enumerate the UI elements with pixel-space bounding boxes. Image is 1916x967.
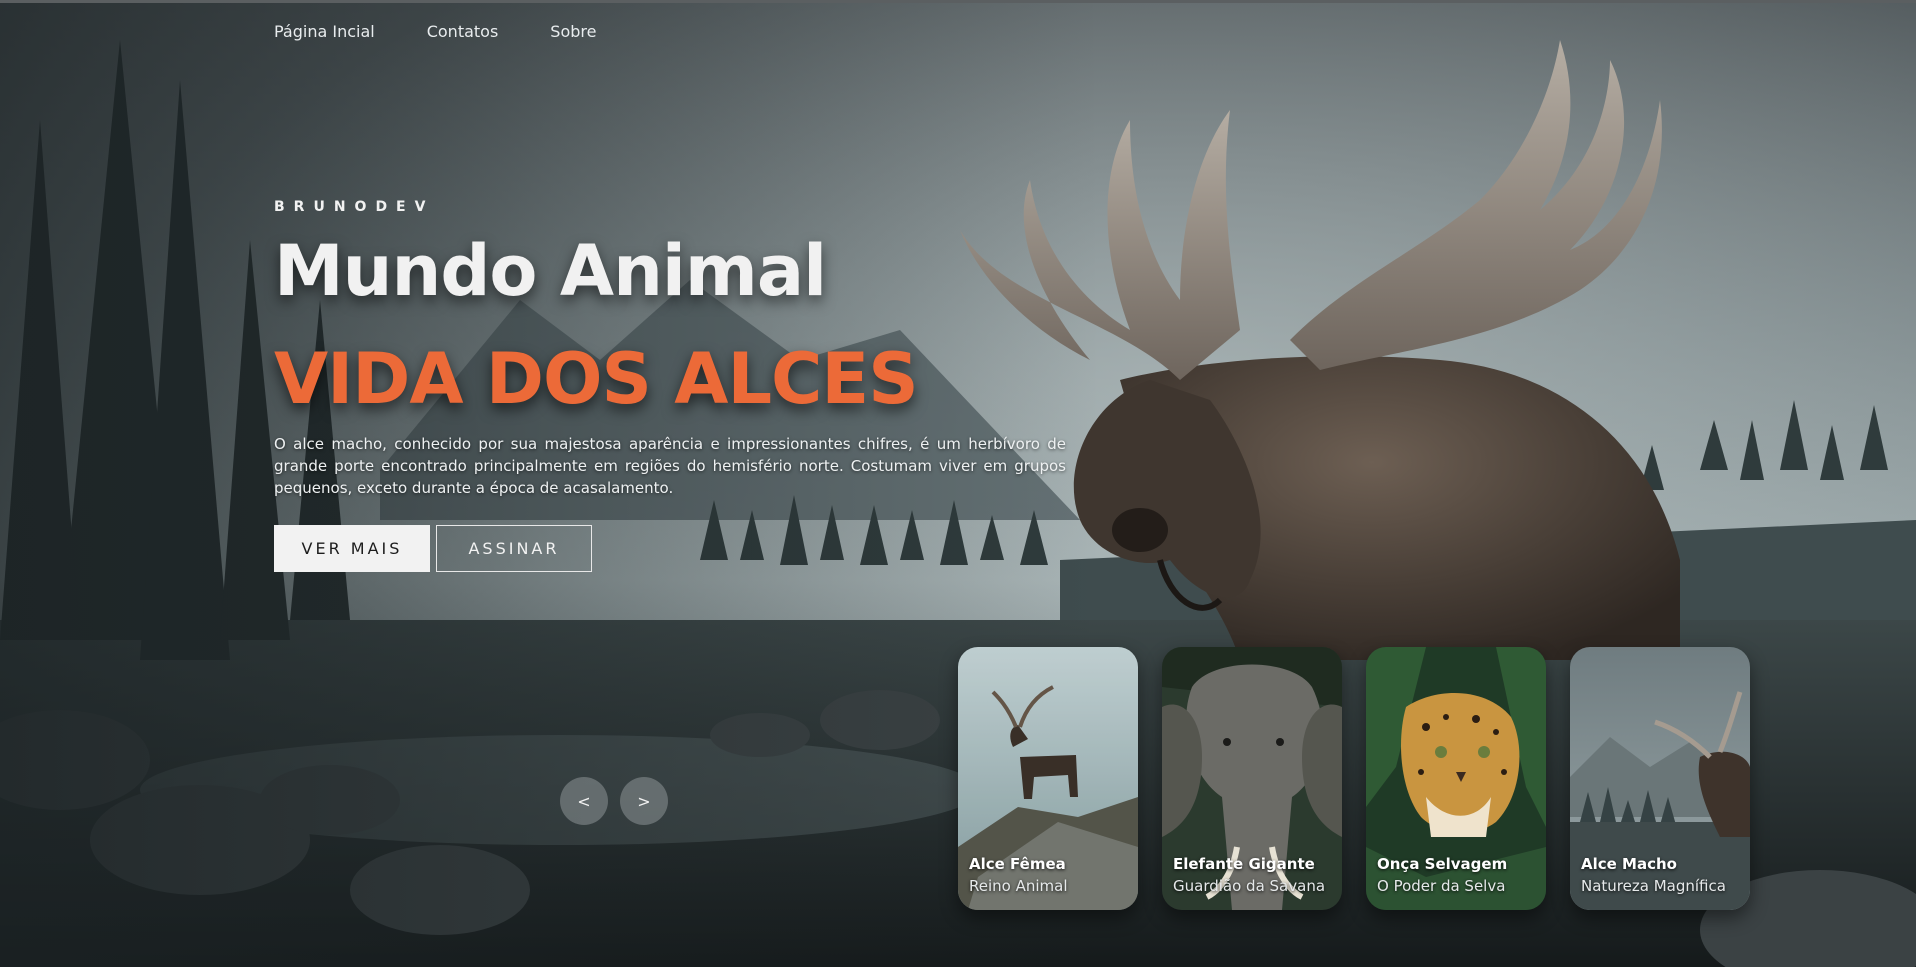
page-subtitle: VIDA DOS ALCES <box>274 338 919 420</box>
card-male-moose[interactable]: Alce Macho Natureza Magnífica <box>1570 647 1750 910</box>
card-title: Alce Macho <box>1581 855 1677 873</box>
card-title: Onça Selvagem <box>1377 855 1508 873</box>
page-title: Mundo Animal <box>274 230 827 312</box>
brand-name: BRUNODEV <box>274 199 435 215</box>
see-more-button[interactable]: VER MAIS <box>274 525 430 572</box>
card-title: Elefante Gigante <box>1173 855 1315 873</box>
card-female-moose[interactable]: Alce Fêmea Reino Animal <box>958 647 1138 910</box>
card-subtitle: Natureza Magnífica <box>1581 877 1726 895</box>
card-subtitle: Guardião da Savana <box>1173 877 1326 895</box>
slider-next-button[interactable]: > <box>620 777 668 825</box>
card-title: Alce Fêmea <box>969 855 1066 873</box>
nav-item-contacts[interactable]: Contatos <box>427 22 499 41</box>
hero-description: O alce macho, conhecido por sua majestos… <box>274 435 1066 497</box>
nav-item-about[interactable]: Sobre <box>550 22 596 41</box>
card-wild-jaguar[interactable]: Onça Selvagem O Poder da Selva <box>1366 647 1546 910</box>
top-border <box>0 0 1916 3</box>
card-giant-elephant[interactable]: Elefante Gigante Guardião da Savana <box>1162 647 1342 910</box>
slider-prev-button[interactable]: < <box>560 777 608 825</box>
subscribe-button[interactable]: ASSINAR <box>436 525 592 572</box>
nav-item-home[interactable]: Página Incial <box>274 22 375 41</box>
main-nav: Página Incial Contatos Sobre <box>274 22 596 41</box>
card-subtitle: Reino Animal <box>969 877 1068 895</box>
card-subtitle: O Poder da Selva <box>1377 877 1506 895</box>
